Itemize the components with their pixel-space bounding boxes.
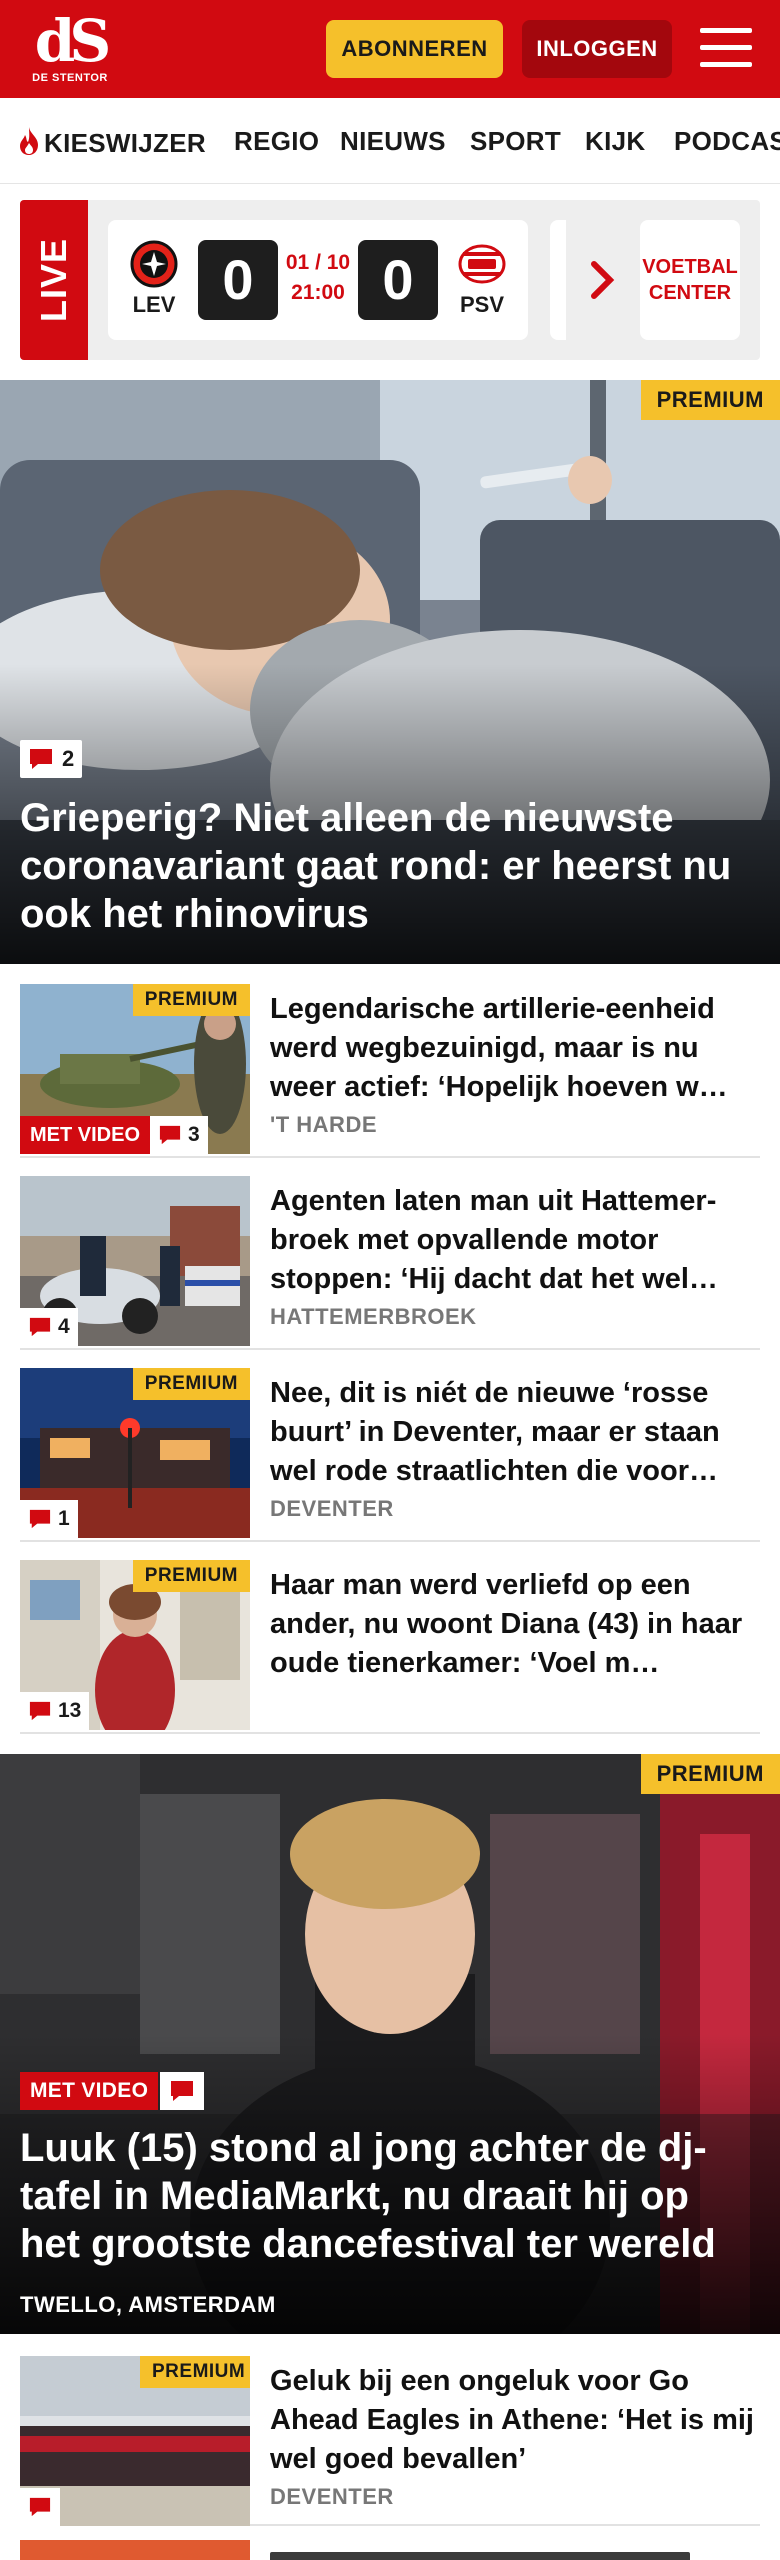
hero-article[interactable]: PREMIUM MET VIDEO Luuk (15) stond al jon…	[0, 1754, 780, 2334]
away-score: 0	[358, 240, 438, 320]
nav-item-regio[interactable]: REGIO	[234, 126, 319, 157]
comment-icon	[159, 1125, 181, 1145]
list-item[interactable]: PREMIUM 1 Nee, dit is niét de nieuwe ‘ro…	[20, 1350, 760, 1542]
comment-icon	[30, 749, 52, 769]
hamburger-icon[interactable]	[700, 26, 752, 70]
hero-article[interactable]: PREMIUM 2 Grieperig? Niet alleen de nieu…	[0, 380, 780, 964]
psv-crest-icon	[458, 244, 506, 284]
next-match-card-edge[interactable]	[550, 220, 566, 340]
premium-badge: PREMIUM	[132, 1368, 250, 1400]
site-logo[interactable]: dS DE STENTOR	[30, 7, 111, 88]
comment-count: 3	[188, 1123, 200, 1146]
nav-item-nieuws[interactable]: NIEUWS	[340, 126, 446, 157]
login-button[interactable]: INLOGGEN	[522, 20, 672, 78]
list-item[interactable]: PREMIUM 13 Haar man werd verliefd op een…	[20, 1542, 760, 1734]
article-thumbnail: PREMIUM MET VIDEO 3	[20, 984, 250, 1154]
subscribe-button[interactable]: ABONNEREN	[326, 20, 503, 78]
home-team-abbr: LEV	[132, 292, 176, 317]
article-location: HATTEMERBROEK	[270, 1304, 477, 1329]
comment-icon	[29, 1509, 51, 1529]
article-thumbnail: PREMIUM 1	[20, 1368, 250, 1538]
hero-headline[interactable]: Luuk (15) stond al jong achter de dj-taf…	[20, 2124, 760, 2268]
article-thumbnail: 4	[20, 1176, 250, 1346]
next-article-thumbnail-partial	[20, 2540, 250, 2560]
center-label-line2: CENTER	[648, 282, 732, 304]
logo-subtitle: DE STENTOR	[32, 72, 108, 84]
comment-count-badge	[20, 2488, 60, 2526]
voetbal-center-link[interactable]: VOETBAL CENTER	[640, 220, 740, 340]
article-title[interactable]: Geluk bij een ongeluk voor Go Ahead Eagl…	[270, 2362, 760, 2479]
nav-item-podcast[interactable]: PODCAST	[674, 126, 780, 157]
article-location: DEVENTER	[270, 2484, 394, 2509]
match-time: 21:00	[291, 281, 345, 304]
article-title[interactable]: Nee, dit is niét de nieuwe ‘rosse buurt’…	[270, 1374, 760, 1491]
premium-badge: PREMIUM	[640, 1754, 780, 1794]
thumb-badges: MET VIDEO 3	[20, 1116, 208, 1154]
article-title[interactable]: Haar man werd verliefd op een ander, nu …	[270, 1566, 760, 1683]
center-label-line1: VOETBAL	[642, 256, 738, 278]
thumb-badges: 13	[20, 1692, 90, 1730]
article-thumbnail: PREMIUM	[20, 2356, 250, 2526]
site-header: dS DE STENTOR ABONNEREN INLOGGEN	[0, 0, 780, 98]
comment-count-badge: 2	[20, 740, 83, 778]
list-item[interactable]: PREMIUM Geluk bij een ongeluk voor Go Ah…	[20, 2334, 760, 2526]
nav-item-sport[interactable]: SPORT	[470, 126, 561, 157]
premium-badge: PREMIUM	[132, 1560, 250, 1592]
nav-item-label: KIESWIJZER	[44, 128, 206, 158]
match-card[interactable]: LEV 0 01 / 10 21:00 0 PSV	[108, 220, 528, 340]
comment-icon	[29, 1701, 51, 1721]
leverkusen-crest-icon	[130, 240, 178, 288]
video-badge: MET VIDEO	[20, 1116, 151, 1154]
comment-count-badge: 3	[150, 1116, 208, 1154]
article-location: 'T HARDE	[270, 1112, 378, 1137]
comment-count-badge: 13	[20, 1692, 90, 1730]
comment-icon	[29, 1317, 51, 1337]
home-score: 0	[198, 240, 278, 320]
article-location: DEVENTER	[270, 1496, 394, 1521]
live-badge: LIVE	[20, 200, 88, 360]
match-datetime: 01 / 10 21:00	[272, 248, 364, 308]
thumb-badges	[20, 2488, 60, 2526]
match-date: 01 / 10	[285, 251, 351, 274]
comment-count: 4	[58, 1315, 70, 1338]
nav-item-kieswijzer[interactable]: KIESWIJZER	[16, 126, 206, 159]
comment-count: 2	[62, 746, 75, 771]
live-badge-label: LIVE	[33, 237, 74, 323]
comment-icon	[171, 2081, 193, 2101]
article-title[interactable]: Legendarische artillerie-eenheid werd we…	[270, 990, 760, 1107]
article-thumbnail: PREMIUM 13	[20, 1560, 250, 1730]
away-team: PSV	[452, 240, 512, 318]
premium-badge: PREMIUM	[132, 984, 250, 1016]
thumb-badges: 4	[20, 1308, 78, 1346]
hero-headline[interactable]: Grieperig? Niet alleen de nieuwste coron…	[20, 794, 760, 938]
comment-count: 13	[58, 1699, 82, 1722]
nav-item-kijk[interactable]: KIJK	[585, 126, 645, 157]
comment-count-badge: 1	[20, 1500, 78, 1538]
main-nav: KIESWIJZER REGIO NIEUWS SPORT KIJK PODCA…	[0, 98, 780, 184]
list-item[interactable]: 4 Agenten laten man uit Hattemer­broek m…	[20, 1158, 760, 1350]
comment-count: 1	[58, 1507, 70, 1530]
comment-count-badge: 4	[20, 1308, 78, 1346]
video-badge: MET VIDEO	[20, 2072, 159, 2110]
list-item[interactable]: PREMIUM MET VIDEO 3 Legendarische artill…	[20, 966, 760, 1158]
chevron-right-icon[interactable]	[588, 258, 618, 302]
article-title[interactable]: Agenten laten man uit Hattemer­broek met…	[270, 1182, 760, 1299]
away-team-abbr: PSV	[459, 292, 505, 317]
hero-locations: TWELLO, AMSTERDAM	[20, 2292, 276, 2317]
logo-mark: dS	[34, 7, 111, 75]
live-scores-strip: LIVE LEV 0 01 / 10 21:00 0 PSV VOETBAL C…	[20, 200, 760, 360]
home-team: LEV	[124, 240, 184, 318]
premium-badge: PREMIUM	[640, 380, 780, 420]
premium-badge: PREMIUM	[140, 2356, 250, 2388]
thumb-badges: 1	[20, 1500, 78, 1538]
flame-icon	[20, 127, 38, 155]
comment-badge	[160, 2072, 204, 2110]
next-article-title-partial	[270, 2546, 750, 2560]
comment-icon	[29, 2497, 51, 2517]
